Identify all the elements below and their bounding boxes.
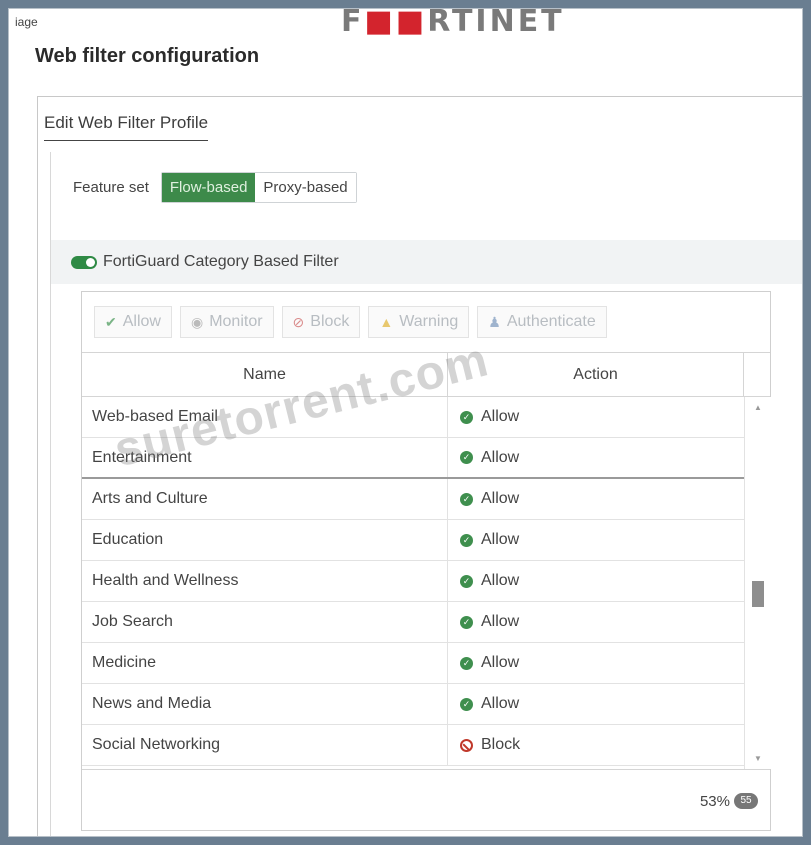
category-name: Education — [82, 520, 448, 560]
category-name: Job Search — [82, 602, 448, 642]
count-badge: 55 — [734, 793, 758, 809]
table-scrollbar[interactable]: ▲ ▼ — [744, 397, 771, 769]
action-label: Allow — [481, 695, 520, 712]
action-label: Allow — [481, 613, 520, 630]
category-action: ✓ Allow — [448, 643, 744, 683]
allow-label: Allow — [122, 313, 161, 330]
category-name: Health and Wellness — [82, 561, 448, 601]
web-filter-window: iage F■■RTINET Web filter configuration … — [8, 8, 803, 837]
category-table: ✔ Allow ◉ Monitor ⊘ Block ▲ Warning ♟ Authent… — [81, 291, 771, 831]
action-label: Allow — [481, 408, 520, 425]
block-icon — [460, 738, 473, 752]
warning-label: Warning — [399, 313, 459, 330]
table-row[interactable]: Arts and Culture ✓ Allow — [82, 479, 744, 520]
table-row[interactable]: Education ✓ Allow — [82, 520, 744, 561]
check-icon: ✔ — [105, 313, 117, 330]
eye-icon: ◉ — [190, 313, 204, 330]
scroll-up-icon[interactable]: ▲ — [754, 403, 762, 412]
category-name: Social Networking — [82, 725, 448, 765]
action-toolbar: ✔ Allow ◉ Monitor ⊘ Block ▲ Warning ♟ Authent… — [82, 292, 770, 352]
allow-button[interactable]: ✔ Allow — [94, 306, 172, 338]
action-label: Allow — [481, 490, 520, 507]
scroll-thumb[interactable] — [752, 581, 764, 607]
check-icon: ✓ — [460, 656, 473, 670]
table-row[interactable]: Web-based Email ✓ Allow — [82, 397, 744, 438]
block-icon: ⊘ — [292, 313, 305, 330]
table-row[interactable]: News and Media ✓ Allow — [82, 684, 744, 725]
percent-label: 53% — [699, 792, 730, 810]
column-name[interactable]: Name — [82, 353, 448, 396]
warning-button[interactable]: ▲ Warning — [368, 306, 470, 338]
category-action: ✓ Allow — [448, 602, 744, 642]
check-icon: ✓ — [460, 574, 473, 588]
action-label: Allow — [481, 572, 520, 589]
flow-based-option[interactable]: Flow-based — [161, 173, 256, 202]
check-icon: ✓ — [460, 697, 473, 711]
table-row[interactable]: Health and Wellness ✓ Allow — [82, 561, 744, 602]
proxy-based-option[interactable]: Proxy-based — [255, 173, 356, 202]
table-body: Web-based Email ✓ Allow Entertainment ✓ Al… — [82, 397, 744, 769]
panel-title: Edit Web Filter Profile — [44, 113, 209, 141]
table-footer: 53% 55 — [82, 769, 770, 832]
check-icon: ✓ — [460, 533, 473, 547]
feature-set-toggle: Flow-based Proxy-based — [160, 172, 357, 203]
scroll-down-icon[interactable]: ▼ — [754, 754, 762, 763]
page-title: Web filter configuration — [35, 45, 260, 67]
fortiguard-bar: FortiGuard Category Based Filter — [51, 240, 802, 284]
table-row[interactable]: Social Networking Block — [82, 725, 744, 766]
category-action: ✓ Allow — [448, 397, 744, 437]
feature-set-label: Feature set — [73, 179, 149, 196]
category-action: ✓ Allow — [448, 561, 744, 601]
fortinet-logo: F■■RTINET — [341, 9, 565, 35]
edit-profile-panel: Edit Web Filter Profile Feature set Flow… — [37, 96, 802, 836]
category-name: News and Media — [82, 684, 448, 724]
warning-icon: ▲ — [379, 314, 394, 330]
profile-content: Feature set Flow-based Proxy-based Forti… — [50, 152, 802, 836]
authenticate-label: Authenticate — [506, 313, 596, 330]
category-action: ✓ Allow — [448, 520, 744, 560]
fortiguard-toggle[interactable] — [71, 255, 97, 269]
table-header: Name Action — [82, 352, 770, 397]
category-name: Arts and Culture — [82, 479, 448, 519]
category-action: ✓ Allow — [448, 438, 744, 477]
action-label: Block — [481, 736, 521, 753]
category-action: Block — [448, 725, 744, 765]
feature-set-row: Feature set Flow-based Proxy-based — [73, 172, 357, 203]
action-label: Allow — [481, 654, 520, 671]
category-name: Medicine — [82, 643, 448, 683]
fortiguard-label: FortiGuard Category Based Filter — [103, 253, 339, 270]
column-action[interactable]: Action — [448, 353, 744, 396]
table-row[interactable]: Medicine ✓ Allow — [82, 643, 744, 684]
topbar-fragment: iage — [15, 15, 38, 29]
category-name: Web-based Email — [82, 397, 448, 437]
check-icon: ✓ — [460, 615, 473, 629]
monitor-label: Monitor — [209, 313, 263, 330]
user-icon: ♟ — [488, 313, 501, 330]
check-icon: ✓ — [460, 410, 473, 424]
monitor-button[interactable]: ◉ Monitor — [179, 306, 274, 338]
check-icon: ✓ — [460, 451, 473, 464]
block-button[interactable]: ⊘ Block — [281, 306, 361, 338]
category-action: ✓ Allow — [448, 479, 744, 519]
category-action: ✓ Allow — [448, 684, 744, 724]
check-icon: ✓ — [460, 492, 473, 506]
category-name: Entertainment — [82, 438, 448, 477]
block-label: Block — [310, 313, 350, 330]
table-row[interactable]: Entertainment ✓ Allow — [82, 438, 744, 479]
action-label: Allow — [481, 531, 520, 548]
table-row[interactable]: Job Search ✓ Allow — [82, 602, 744, 643]
authenticate-button[interactable]: ♟ Authenticate — [477, 306, 607, 338]
action-label: Allow — [481, 448, 520, 466]
